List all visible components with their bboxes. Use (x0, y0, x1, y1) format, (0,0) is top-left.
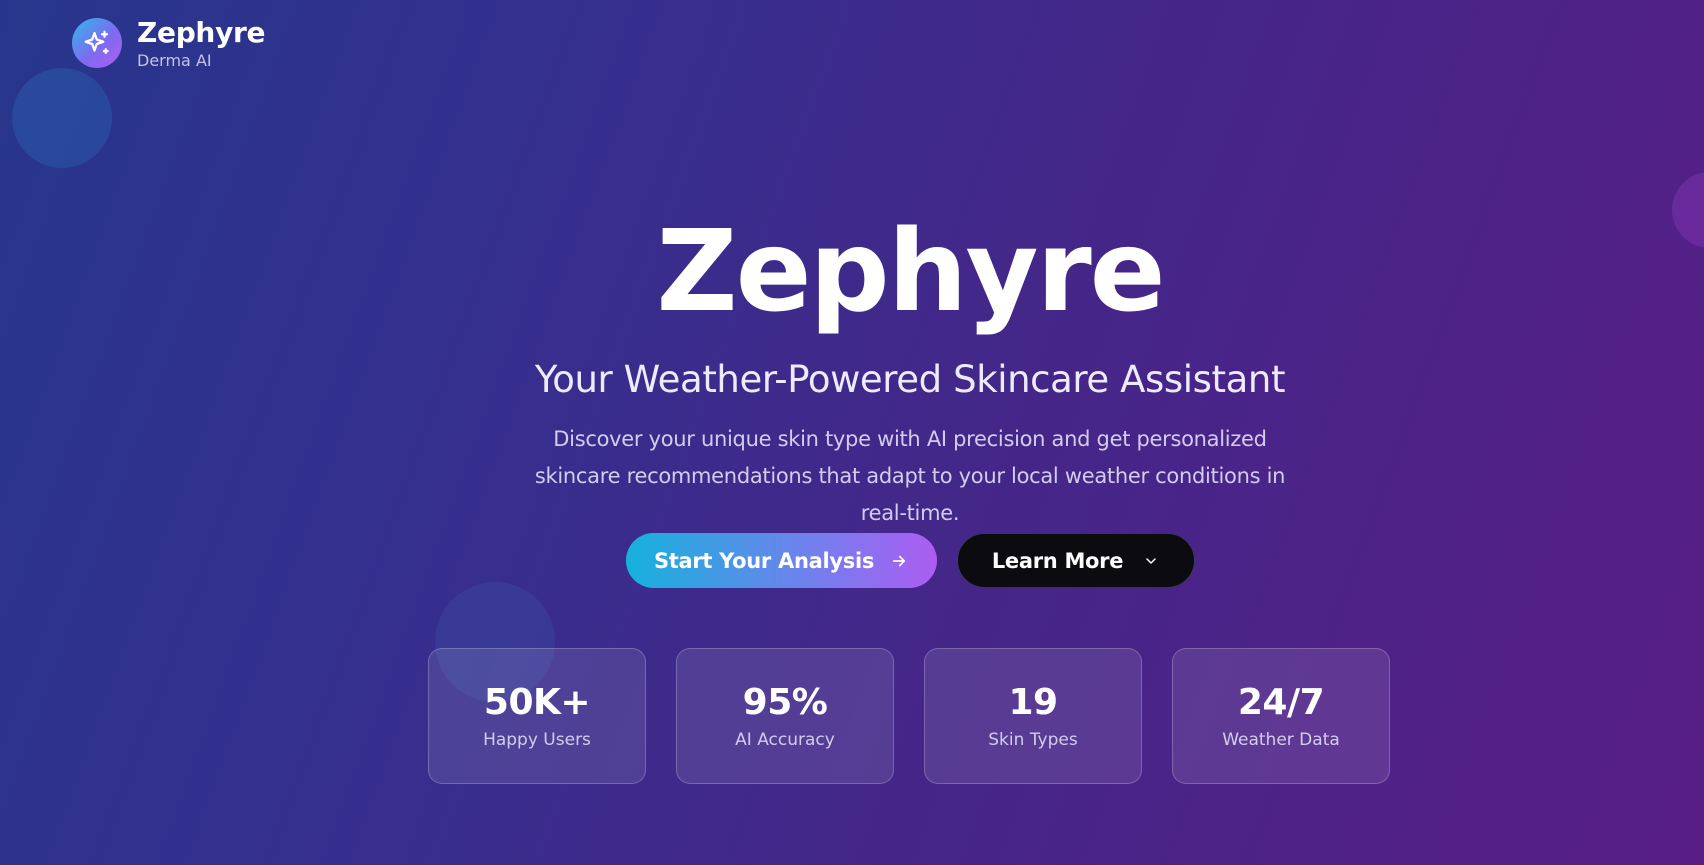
brand-subtitle: Derma AI (137, 51, 212, 70)
stat-card-weather-data: 24/7 Weather Data (1172, 648, 1390, 784)
learn-more-label: Learn More (991, 548, 1124, 573)
start-analysis-label: Start Your Analysis (653, 548, 875, 573)
brand-name: Zephyre (137, 16, 266, 49)
stat-value: 19 (1008, 682, 1058, 723)
hero-title: Zephyre (656, 207, 1165, 337)
stat-card-skin-types: 19 Skin Types (924, 648, 1142, 784)
stat-card-happy-users: 50K+ Happy Users (428, 648, 646, 784)
stat-label: AI Accuracy (735, 730, 835, 750)
stat-label: Happy Users (483, 730, 591, 750)
start-analysis-button[interactable]: Start Your Analysis (625, 533, 937, 588)
learn-more-button[interactable]: Learn More (956, 533, 1195, 588)
hero-description: Discover your unique skin type with AI p… (534, 427, 1286, 525)
hero-subtitle: Your Weather-Powered Skincare Assistant (534, 358, 1286, 401)
arrow-right-icon (890, 552, 908, 570)
stat-card-ai-accuracy: 95% AI Accuracy (676, 648, 894, 784)
stat-label: Skin Types (988, 730, 1078, 750)
decorative-circle (12, 68, 112, 168)
stats-row: 50K+ Happy Users 95% AI Accuracy 19 Skin… (428, 648, 1390, 784)
stat-value: 24/7 (1237, 682, 1325, 723)
sparkles-icon (72, 18, 122, 68)
chevron-down-icon (1143, 553, 1159, 569)
brand-header[interactable]: Zephyre Derma AI (72, 16, 266, 71)
stat-value: 95% (742, 682, 828, 723)
stat-value: 50K+ (483, 682, 591, 723)
cta-button-group: Start Your Analysis Learn More (0, 533, 1704, 588)
stat-label: Weather Data (1222, 730, 1340, 750)
